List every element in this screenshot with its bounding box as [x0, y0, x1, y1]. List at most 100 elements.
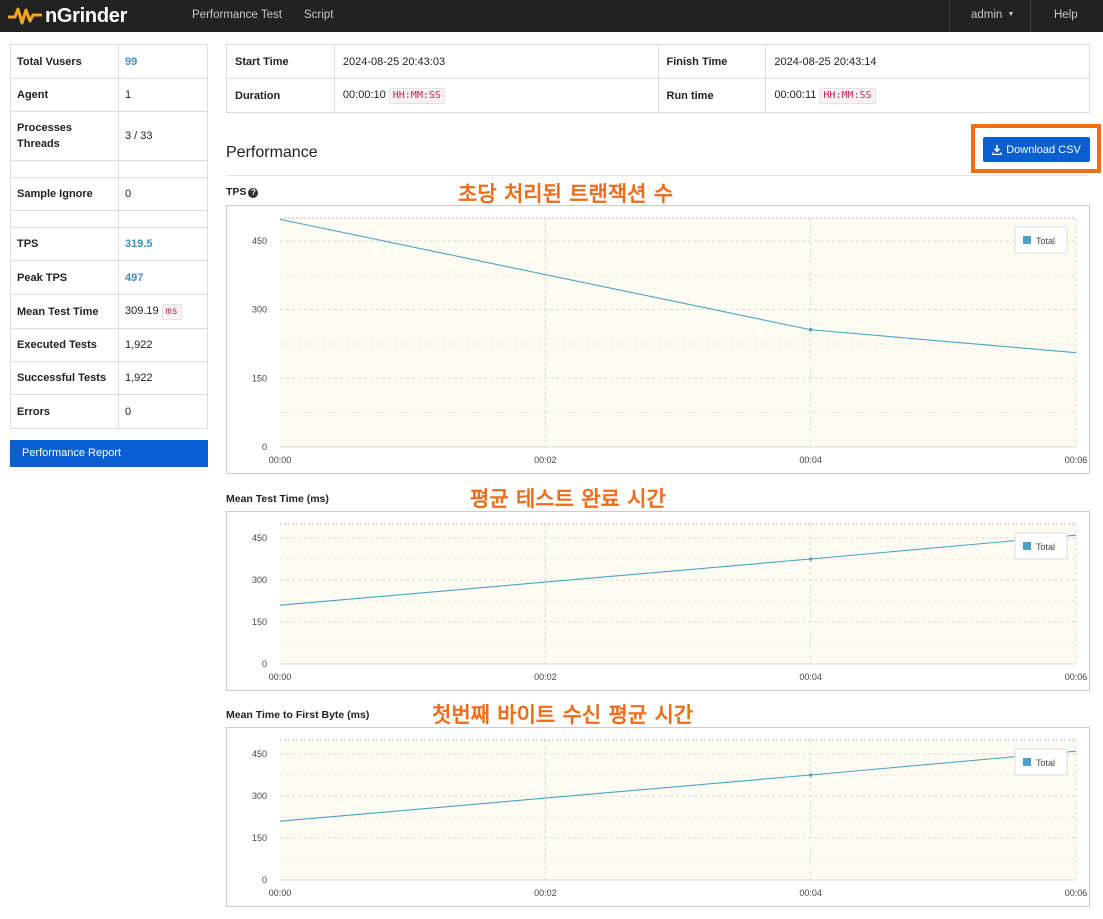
processes-label: Processes — [17, 122, 73, 134]
threads-label: Threads — [17, 138, 60, 150]
tps-label: TPS — [10, 227, 119, 261]
summary-spacer — [10, 160, 208, 178]
x-tick-label: 00:02 — [534, 672, 557, 682]
summary-row: Mean Test Time 309.19 ms — [10, 294, 208, 329]
summary-row: Errors 0 — [10, 394, 208, 429]
mean-test-time-chart: 0 150 300 450 00:00 00:02 00:04 00:06 Total — [226, 511, 1090, 691]
tps-chart: 0 150 300 450 00:00 00:02 00:04 00:06 Total — [226, 205, 1090, 474]
y-tick-label: 300 — [252, 575, 267, 585]
total-vusers-label: Total Vusers — [10, 44, 119, 79]
agent-label: Agent — [10, 78, 119, 112]
duration-cell: 00:00:10 HH:MM:SS — [333, 78, 659, 113]
data-point[interactable] — [808, 773, 813, 777]
finish-time-label: Finish Time — [657, 44, 767, 79]
successful-tests-label: Successful Tests — [10, 361, 119, 395]
data-point[interactable] — [808, 557, 813, 561]
legend-swatch — [1023, 542, 1031, 550]
time-row: Duration 00:00:10 HH:MM:SS Run time 00:00… — [226, 78, 1090, 113]
nav-help[interactable]: Help — [1054, 9, 1078, 21]
chart-svg: 0 150 300 450 00:00 00:02 00:04 00:06 Total — [252, 739, 1087, 898]
executed-tests-value: 1,922 — [118, 328, 208, 362]
question-icon[interactable]: ? — [248, 188, 259, 198]
y-tick-label: 450 — [252, 533, 267, 543]
nav-performance-test[interactable]: Performance Test — [192, 9, 282, 21]
time-format-badge: HH:MM:SS — [388, 87, 445, 104]
download-csv-label: Download CSV — [1006, 143, 1081, 156]
agent-value: 1 — [118, 78, 208, 112]
y-tick-label: 0 — [262, 875, 267, 885]
mean-test-time-chart-label: Mean Test Time (ms) — [226, 493, 329, 505]
y-tick-label: 0 — [262, 442, 267, 452]
ngrinder-logo[interactable]: nGrinder — [8, 3, 127, 29]
data-point[interactable] — [808, 327, 813, 332]
brand-name: nGrinder — [45, 4, 128, 27]
x-tick-label: 00:02 — [534, 888, 557, 898]
summary-row: Sample Ignore 0 — [10, 177, 208, 211]
legend-label: Total — [1036, 758, 1055, 768]
performance-heading: Performance — [226, 144, 318, 161]
x-tick-label: 00:00 — [269, 888, 292, 898]
mean-test-time-cell: 309.19 ms — [118, 294, 208, 329]
chart-legend[interactable]: Total — [1014, 748, 1068, 776]
duration-label: Duration — [226, 78, 335, 113]
ms-unit-badge: ms — [161, 303, 182, 320]
summary-row: Peak TPS 497 — [10, 260, 208, 295]
peak-tps-label: Peak TPS — [10, 260, 119, 295]
x-tick-label: 00:06 — [1065, 672, 1088, 682]
chart-svg: 0 150 300 450 00:00 00:02 00:04 00:06 Total — [252, 217, 1087, 465]
finish-time-value: 2024-08-25 20:43:14 — [765, 44, 1090, 79]
duration-value: 00:00:10 — [342, 88, 386, 101]
y-tick-label: 450 — [252, 236, 267, 246]
test-summary-table: Total Vusers 99 Agent 1 Processes Thread… — [10, 44, 208, 429]
performance-report-button[interactable]: Performance Report — [10, 440, 208, 467]
peak-tps-value: 497 — [118, 260, 208, 295]
run-time-value: 00:00:11 — [774, 88, 817, 101]
processes-threads-value: 3 / 33 — [118, 111, 208, 161]
executed-tests-label: Executed Tests — [10, 328, 119, 362]
summary-row: Executed Tests 1,922 — [10, 328, 208, 362]
summary-row: Successful Tests 1,922 — [10, 361, 208, 395]
ttfb-chart-label: Mean Time to First Byte (ms) — [226, 709, 370, 721]
tps-annotation: 초당 처리된 트랜잭션 수 — [458, 182, 674, 206]
user-menu[interactable]: admin ▼ — [971, 9, 1014, 21]
nav-script[interactable]: Script — [304, 9, 333, 21]
legend-label: Total — [1036, 542, 1055, 552]
nav-divider — [1030, 0, 1031, 32]
y-tick-label: 0 — [262, 659, 267, 669]
heading-divider — [226, 175, 1090, 176]
sample-ignore-value: 0 — [118, 177, 208, 211]
summary-row: Total Vusers 99 — [10, 44, 208, 79]
caret-down-icon: ▼ — [1007, 11, 1015, 18]
mean-test-time-annotation: 평균 테스트 완료 시간 — [470, 487, 666, 511]
summary-row: TPS 319.5 — [10, 227, 208, 261]
top-navbar: nGrinder Performance Test Script admin ▼… — [0, 0, 1103, 32]
start-time-label: Start Time — [226, 44, 335, 79]
mean-test-time-value: 309.19 — [125, 304, 159, 317]
y-tick-label: 150 — [252, 833, 267, 843]
nav-divider — [949, 0, 950, 32]
pulse-logo-icon — [8, 7, 42, 25]
y-tick-label: 450 — [252, 749, 267, 759]
run-time-cell: 00:00:11 HH:MM:SS — [765, 78, 1090, 113]
chart-svg: 0 150 300 450 00:00 00:02 00:04 00:06 Total — [252, 523, 1088, 682]
sample-ignore-label: Sample Ignore — [10, 177, 119, 211]
chart-legend[interactable]: Total — [1014, 226, 1068, 254]
tps-chart-title: TPS — [226, 186, 247, 198]
tps-value: 319.5 — [118, 227, 208, 261]
download-icon — [992, 144, 1002, 155]
chart-legend[interactable]: Total — [1014, 532, 1068, 560]
user-name: admin — [971, 9, 1003, 21]
x-tick-label: 00:04 — [799, 455, 822, 465]
download-csv-button[interactable]: Download CSV — [983, 137, 1090, 162]
time-format-badge: HH:MM:SS — [819, 87, 876, 104]
ttfb-chart: 0 150 300 450 00:00 00:02 00:04 00:06 Total — [226, 727, 1090, 907]
legend-label: Total — [1036, 236, 1055, 246]
errors-value: 0 — [118, 394, 208, 429]
y-tick-label: 300 — [252, 305, 267, 315]
summary-row: Processes Threads 3 / 33 — [10, 111, 208, 161]
test-time-table: Start Time 2024-08-25 20:43:03 Finish Ti… — [226, 44, 1090, 113]
legend-swatch — [1023, 236, 1031, 244]
y-tick-label: 150 — [252, 373, 267, 383]
processes-threads-label: Processes Threads — [10, 111, 119, 161]
time-row: Start Time 2024-08-25 20:43:03 Finish Ti… — [226, 44, 1090, 79]
